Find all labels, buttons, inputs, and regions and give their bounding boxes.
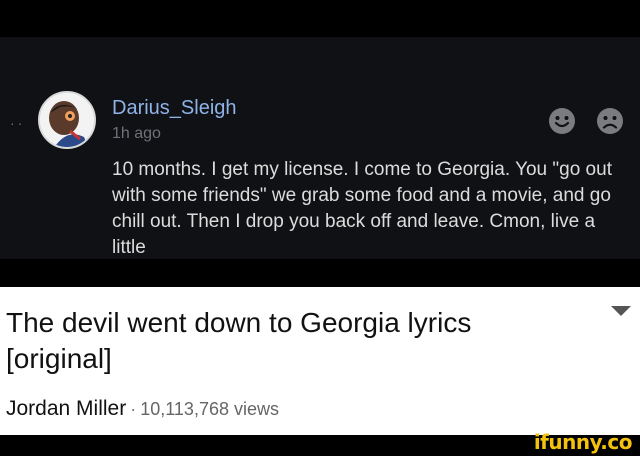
avatar[interactable]: [38, 91, 96, 149]
happy-face-icon[interactable]: [548, 107, 576, 135]
meme-canvas: ·· Darius_Sleigh 1h ago 10 months. I get…: [0, 0, 640, 456]
comment-text: 10 months. I get my license. I come to G…: [112, 159, 612, 258]
view-count: 10,113,768 views: [140, 399, 279, 419]
comment-username[interactable]: Darius_Sleigh: [112, 97, 237, 120]
thread-dots-icon: ··: [10, 115, 26, 131]
video-meta: Jordan Miller · 10,113,768 views: [6, 397, 279, 421]
sad-face-icon[interactable]: [596, 107, 624, 135]
dropdown-caret-icon[interactable]: [611, 306, 631, 316]
avatar-cartoon-icon: [40, 93, 94, 147]
channel-name[interactable]: Jordan Miller: [6, 397, 126, 420]
meta-separator: ·: [130, 399, 137, 419]
video-title[interactable]: The devil went down to Georgia lyrics [o…: [6, 305, 576, 377]
video-result-card[interactable]: The devil went down to Georgia lyrics [o…: [0, 287, 640, 435]
comment-timestamp: 1h ago: [112, 125, 161, 142]
ifunny-watermark: ifunny.co: [533, 430, 633, 454]
comment-card: ·· Darius_Sleigh 1h ago 10 months. I get…: [0, 37, 640, 259]
